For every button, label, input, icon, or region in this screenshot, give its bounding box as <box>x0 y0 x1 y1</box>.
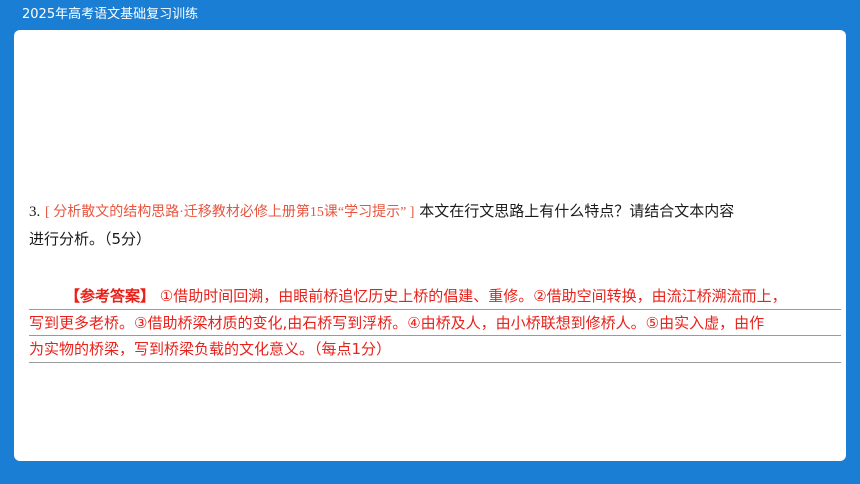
answer-text-2: 写到更多老桥。③借助桥梁材质的变化,由石桥写到浮桥。④由桥及人，由小桥联想到修桥… <box>29 313 765 332</box>
question-text-1: 本文在行文思路上有什么特点？请结合文本内容 <box>414 202 735 220</box>
question-line-2: 进行分析。（5分） <box>29 226 829 253</box>
question-number: 3. <box>29 204 41 220</box>
answer-block: 【参考答案】 ①借助时间回溯，由眼前桥追忆历史上桥的倡建、重修。②借助空间转换，… <box>29 283 841 363</box>
answer-line-2: 写到更多老桥。③借助桥梁材质的变化,由石桥写到浮桥。④由桥及人，由小桥联想到修桥… <box>29 310 841 336</box>
slide-content: 3. [ 分析散文的结构思路·迁移教材必修上册第15课“学习提示” ] 本文在行… <box>14 30 846 461</box>
answer-line-3: 为实物的桥梁，写到桥梁负载的文化意义。（每点1分） <box>29 336 841 363</box>
answer-label: 【参考答案】 <box>65 287 156 305</box>
answer-text-3: 为实物的桥梁，写到桥梁负载的文化意义。（每点1分） <box>29 340 392 358</box>
question-text-2: 进行分析。（5分） <box>29 230 152 248</box>
question-tag: [ 分析散文的结构思路·迁移教材必修上册第15课“学习提示” ] <box>45 205 415 220</box>
question-line-1: 3. [ 分析散文的结构思路·迁移教材必修上册第15课“学习提示” ] 本文在行… <box>29 198 829 226</box>
header-title: 2025年高考语文基础复习训练 <box>22 7 199 22</box>
answer-line-1: 【参考答案】 ①借助时间回溯，由眼前桥追忆历史上桥的倡建、重修。②借助空间转换，… <box>29 283 841 310</box>
answer-text-1: ①借助时间回溯，由眼前桥追忆历史上桥的倡建、重修。②借助空间转换，由流江桥溯流而… <box>155 287 787 305</box>
question-block: 3. [ 分析散文的结构思路·迁移教材必修上册第15课“学习提示” ] 本文在行… <box>29 198 829 253</box>
